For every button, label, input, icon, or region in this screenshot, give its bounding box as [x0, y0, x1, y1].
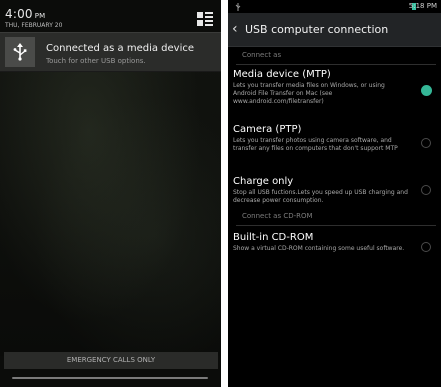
section-connect-as: Connect as — [236, 50, 436, 65]
option-title: Media device (MTP) — [233, 69, 331, 80]
section-cdrom-label: Connect as CD-ROM — [242, 212, 313, 220]
usb-notification[interactable]: Connected as a media device Touch for ot… — [0, 32, 221, 72]
option-description: Lets you transfer media files on Windows… — [233, 82, 385, 105]
lockscreen-wallpaper — [0, 56, 221, 356]
option-description: Show a virtual CD-ROM containing some us… — [233, 245, 405, 252]
status-bar: 5:18 PM — [228, 0, 441, 13]
option-description: Lets you transfer photos using camera so… — [233, 137, 398, 152]
radio-builtin-cdrom[interactable] — [421, 242, 431, 252]
option-title: Built-in CD-ROM — [233, 232, 314, 243]
usb-icon — [5, 37, 35, 67]
option-title: Charge only — [233, 176, 294, 187]
radio-media-device[interactable] — [421, 85, 432, 96]
clock-time: 4:00 — [5, 7, 33, 21]
radio-charge-only[interactable] — [421, 185, 431, 195]
screen-title: USB computer connection — [245, 23, 389, 36]
emergency-calls-label: EMERGENCY CALLS ONLY — [4, 352, 218, 369]
option-description: Stop all USB fuctions.Lets you speed up … — [233, 189, 408, 204]
back-icon[interactable]: ‹ — [232, 21, 238, 37]
shade-drag-handle[interactable] — [12, 377, 208, 379]
option-title: Camera (PTP) — [233, 124, 302, 135]
status-clock: 4:00 PM — [5, 7, 45, 21]
section-connect-as-label: Connect as — [242, 51, 282, 59]
notification-shade-screen: 4:00 PM THU, FEBRUARY 20 Connected as a m… — [0, 0, 221, 387]
usb-settings-screen: 5:18 PM ‹ USB computer connection Connec… — [228, 0, 441, 387]
settings-icon[interactable] — [196, 10, 214, 28]
notification-subtitle: Touch for other USB options. — [46, 57, 146, 65]
status-time: 5:18 PM — [408, 2, 437, 10]
action-bar: ‹ USB computer connection — [228, 13, 441, 47]
radio-camera[interactable] — [421, 138, 431, 148]
clock-ampm: PM — [34, 12, 46, 20]
usb-status-icon — [235, 3, 241, 11]
section-cdrom: Connect as CD-ROM — [236, 211, 436, 226]
notification-title: Connected as a media device — [46, 43, 195, 54]
status-date: THU, FEBRUARY 20 — [5, 22, 63, 29]
